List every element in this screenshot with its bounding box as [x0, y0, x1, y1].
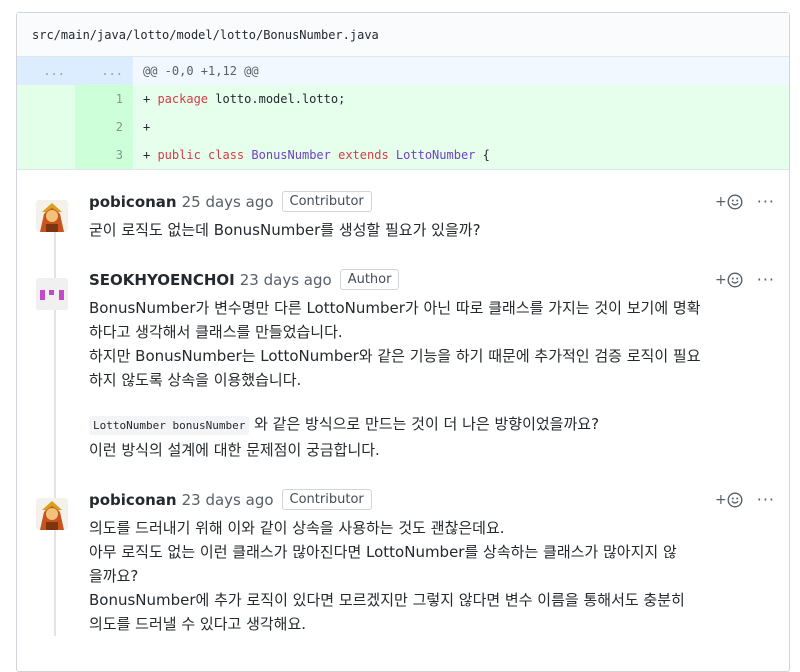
comment-timestamp[interactable]: 25 days ago — [182, 193, 274, 211]
diff-line-code: + package lotto.model.lotto; — [133, 85, 789, 113]
diff-line: 3 + public class BonusNumber extends Lot… — [17, 141, 789, 169]
comment-body: 굳이 로직도 없는데 BonusNumber를 생성할 필요가 있을까? — [89, 220, 481, 239]
add-reaction-button[interactable]: + — [715, 272, 743, 288]
hunk-header-text: @@ -0,0 +1,12 @@ — [133, 57, 789, 85]
line-number[interactable]: 3 — [75, 141, 133, 169]
add-reaction-button[interactable]: + — [715, 492, 743, 508]
comment-timestamp[interactable]: 23 days ago — [182, 491, 274, 509]
line-number[interactable]: 1 — [75, 85, 133, 113]
comment-body: BonusNumber가 변수명만 다른 LottoNumber가 아닌 따로 … — [89, 298, 701, 459]
comment: SEOKHYOENCHOI 23 days ago Author + ··· B… — [17, 266, 789, 462]
add-reaction-button[interactable]: + — [715, 194, 743, 210]
comment-thread: pobiconan 25 days ago Contributor + ··· … — [17, 170, 789, 636]
hunk-header-row: ... ... @@ -0,0 +1,12 @@ — [17, 57, 789, 85]
expand-left[interactable]: ... — [17, 57, 75, 85]
more-options-icon[interactable]: ··· — [757, 270, 775, 289]
more-options-icon[interactable]: ··· — [757, 490, 775, 509]
more-options-icon[interactable]: ··· — [757, 192, 775, 211]
comment: pobiconan 23 days ago Contributor + ··· … — [17, 486, 789, 636]
diff-line-code: + — [133, 113, 789, 141]
inline-code: LottoNumber bonusNumber — [89, 415, 250, 435]
diff-table: ... ... @@ -0,0 +1,12 @@ 1 + package lot… — [17, 57, 789, 170]
smiley-icon — [727, 491, 743, 508]
role-badge: Contributor — [281, 489, 372, 510]
smiley-icon — [727, 271, 743, 288]
role-badge: Contributor — [281, 191, 372, 212]
diff-line-code: + public class BonusNumber extends Lotto… — [133, 141, 789, 169]
line-number[interactable]: 2 — [75, 113, 133, 141]
diff-line: 2 + — [17, 113, 789, 141]
avatar[interactable] — [36, 497, 68, 530]
diff-line: 1 + package lotto.model.lotto; — [17, 85, 789, 113]
avatar[interactable] — [36, 199, 68, 232]
comment-author[interactable]: pobiconan — [89, 491, 177, 509]
smiley-icon — [727, 193, 743, 210]
role-badge: Author — [339, 269, 400, 290]
expand-right[interactable]: ... — [75, 57, 133, 85]
diff-comment-panel: src/main/java/lotto/model/lotto/BonusNum… — [16, 12, 790, 672]
comment: pobiconan 25 days ago Contributor + ··· … — [17, 188, 789, 242]
file-path[interactable]: src/main/java/lotto/model/lotto/BonusNum… — [17, 13, 789, 57]
avatar[interactable] — [36, 277, 68, 310]
comment-author[interactable]: SEOKHYOENCHOI — [89, 271, 235, 289]
comment-timestamp[interactable]: 23 days ago — [240, 271, 332, 289]
comment-author[interactable]: pobiconan — [89, 193, 177, 211]
comment-body: 의도를 드러내기 위해 이와 같이 상속을 사용하는 것도 괜찮은데요. 아무 … — [89, 518, 685, 633]
